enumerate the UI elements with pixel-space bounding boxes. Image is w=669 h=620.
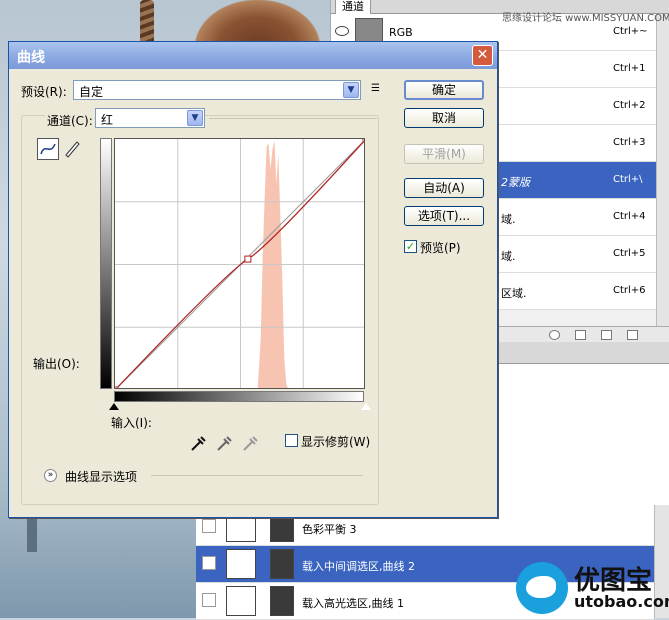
adjustment-layer-icon bbox=[226, 586, 256, 616]
new-channel-icon[interactable] bbox=[601, 330, 612, 340]
group-divider bbox=[209, 118, 377, 119]
logo-text-en: utobao.com bbox=[574, 592, 669, 611]
preset-select[interactable]: 自定 ▼ bbox=[73, 80, 361, 100]
curve-control-point[interactable] bbox=[115, 386, 119, 389]
delete-channel-icon[interactable] bbox=[627, 330, 638, 340]
channel-shortcut: Ctrl+\ bbox=[613, 174, 643, 185]
eye-icon[interactable] bbox=[335, 26, 349, 36]
auto-button[interactable]: 自动(A) bbox=[404, 178, 484, 198]
preset-value: 自定 bbox=[79, 85, 104, 99]
channel-shortcut: Ctrl+~ bbox=[613, 26, 648, 37]
smooth-button[interactable]: 平滑(M) bbox=[404, 144, 484, 164]
curve-point-tool[interactable] bbox=[37, 138, 59, 160]
gray-eyedropper-icon[interactable] bbox=[215, 434, 233, 455]
save-selection-icon[interactable] bbox=[575, 330, 586, 340]
curve-control-point[interactable] bbox=[362, 139, 365, 143]
channel-name: 区域. bbox=[501, 287, 527, 300]
channel-shortcut: Ctrl+2 bbox=[613, 100, 646, 111]
bird-logo-icon bbox=[516, 562, 568, 614]
expand-chevron-icon[interactable]: » bbox=[44, 469, 57, 482]
preview-checkbox[interactable]: ✓ bbox=[404, 240, 417, 253]
options-button[interactable]: 选项(T)... bbox=[404, 206, 484, 226]
output-label: 输出(O): bbox=[33, 357, 80, 371]
channel-select[interactable]: 红 ▼ bbox=[95, 108, 205, 128]
input-gradient-bar bbox=[114, 391, 364, 402]
visibility-toggle[interactable] bbox=[202, 593, 216, 607]
chevron-down-icon[interactable]: ▼ bbox=[343, 82, 359, 98]
ok-button[interactable]: 确定 bbox=[404, 80, 484, 100]
show-clipping-checkbox[interactable] bbox=[285, 434, 298, 447]
tab-channels[interactable]: 通道 bbox=[335, 0, 371, 14]
load-selection-icon[interactable] bbox=[549, 330, 560, 340]
channel-shortcut: Ctrl+5 bbox=[613, 248, 646, 259]
black-eyedropper-icon[interactable] bbox=[189, 434, 207, 455]
adjustment-layer-icon bbox=[226, 549, 256, 579]
curve-icon bbox=[40, 143, 56, 155]
curves-dialog: 曲线 ✕ 预设(R): 自定 ▼ ☰ 确定 取消 平滑(M) 自动(A) 选项(… bbox=[8, 41, 498, 518]
dialog-titlebar[interactable]: 曲线 ✕ bbox=[9, 42, 497, 69]
channel-name: 域. bbox=[501, 213, 516, 226]
curve-graph[interactable] bbox=[114, 138, 365, 389]
layer-mask-thumbnail[interactable] bbox=[270, 586, 294, 616]
pencil-tool[interactable] bbox=[62, 138, 84, 160]
white-point-slider[interactable] bbox=[361, 403, 371, 410]
preview-label: 预览(P) bbox=[420, 241, 461, 255]
pencil-icon bbox=[65, 141, 80, 158]
channel-shortcut: Ctrl+1 bbox=[613, 63, 646, 74]
layer-name: 载入中间调选区,曲线 2 bbox=[302, 560, 415, 573]
channel-label: 通道(C): bbox=[45, 112, 95, 129]
black-point-slider[interactable] bbox=[109, 403, 119, 410]
input-label: 输入(I): bbox=[111, 416, 152, 430]
options-divider bbox=[151, 475, 363, 476]
chevron-down-icon[interactable]: ▼ bbox=[187, 110, 203, 126]
curve-control-point[interactable] bbox=[244, 255, 252, 263]
layer-mask-thumbnail[interactable] bbox=[270, 549, 294, 579]
channel-value: 红 bbox=[101, 113, 114, 127]
output-gradient-bar bbox=[100, 138, 112, 389]
channel-name: RGB bbox=[389, 26, 413, 39]
dialog-title: 曲线 bbox=[17, 50, 45, 66]
show-clipping-label: 显示修剪(W) bbox=[301, 435, 371, 449]
display-options-label[interactable]: 曲线显示选项 bbox=[65, 468, 137, 485]
cancel-button[interactable]: 取消 bbox=[404, 108, 484, 128]
preset-menu-icon[interactable]: ☰ bbox=[371, 83, 385, 95]
channel-shortcut: Ctrl+4 bbox=[613, 211, 646, 222]
layers-header bbox=[497, 342, 669, 364]
watermark: 思缘设计论坛 www.MISSYUAN.COM bbox=[502, 13, 669, 24]
curve-graph-svg[interactable] bbox=[115, 139, 365, 389]
site-logo: 优图宝 utobao.com bbox=[514, 558, 669, 618]
channel-shortcut: Ctrl+6 bbox=[613, 285, 646, 296]
visibility-toggle[interactable] bbox=[202, 519, 216, 533]
white-eyedropper-icon[interactable] bbox=[241, 434, 259, 455]
eye-icon[interactable] bbox=[202, 556, 216, 570]
close-button[interactable]: ✕ bbox=[472, 45, 493, 66]
layer-name: 色彩平衡 3 bbox=[302, 523, 357, 536]
buoy-image bbox=[27, 518, 37, 552]
channel-name: 域. bbox=[501, 250, 516, 263]
channel-shortcut: Ctrl+3 bbox=[613, 137, 646, 148]
preset-label: 预设(R): bbox=[21, 85, 67, 99]
layer-name: 载入高光选区,曲线 1 bbox=[302, 597, 404, 610]
channels-scrollbar[interactable] bbox=[656, 14, 669, 326]
channel-name: 2蒙版 bbox=[501, 176, 530, 189]
